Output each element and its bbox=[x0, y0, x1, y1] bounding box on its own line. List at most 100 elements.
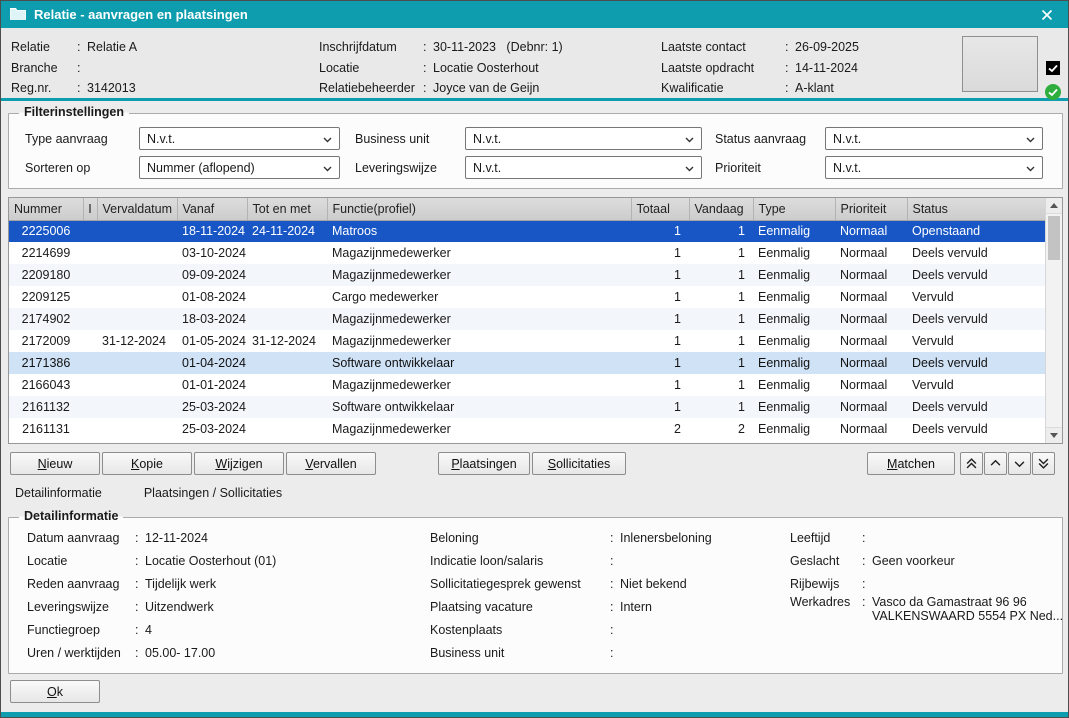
double-chevron-up-icon[interactable] bbox=[960, 452, 983, 475]
column-header-vandaag[interactable]: Vandaag bbox=[689, 198, 753, 220]
table-row[interactable]: 216113225-03-2024Software ontwikkelaar11… bbox=[9, 396, 1047, 418]
table-cell: Magazijnmedewerker bbox=[327, 374, 631, 396]
kopie-button[interactable]: Kopie bbox=[102, 452, 192, 475]
table-cell bbox=[83, 396, 97, 418]
chevron-up-icon[interactable] bbox=[984, 452, 1007, 475]
table-row[interactable]: 221469903-10-2024Magazijnmedewerker11Een… bbox=[9, 242, 1047, 264]
field-colon bbox=[135, 600, 145, 614]
field-datum-aanvraag: Datum aanvraag12-11-2024 bbox=[27, 526, 422, 549]
vertical-scrollbar[interactable] bbox=[1045, 198, 1062, 443]
table-row[interactable]: 217138601-04-2024Software ontwikkelaar11… bbox=[9, 352, 1047, 374]
field-value: Inlenersbeloning bbox=[620, 531, 782, 545]
type-aanvraag-select[interactable]: N.v.t. bbox=[139, 127, 340, 150]
field-colon bbox=[610, 554, 620, 568]
field-functiegroep: Functiegroep4 bbox=[27, 618, 422, 641]
table-cell: Deels vervuld bbox=[907, 242, 1047, 264]
column-header-prioriteit[interactable]: Prioriteit bbox=[835, 198, 907, 220]
field-rijbewijs: Rijbewijs bbox=[790, 572, 1055, 595]
nieuw-button[interactable]: Nieuw bbox=[10, 452, 100, 475]
field-colon bbox=[610, 600, 620, 614]
column-header-vanaf[interactable]: Vanaf bbox=[177, 198, 247, 220]
table-cell: Eenmalig bbox=[753, 220, 835, 242]
tab-plaatsingen-sollicitaties[interactable]: Plaatsingen / Sollicitaties bbox=[144, 486, 282, 500]
wijzigen-button[interactable]: Wijzigen bbox=[194, 452, 284, 475]
table-cell: Cargo medewerker bbox=[327, 286, 631, 308]
scroll-up-button[interactable] bbox=[1046, 198, 1062, 214]
field-value: Intern bbox=[620, 600, 782, 614]
filter-groupbox: Filterinstellingen Type aanvraag N.v.t. … bbox=[8, 113, 1063, 189]
table-cell bbox=[97, 242, 177, 264]
table-row[interactable]: 222500618-11-202424-11-2024Matroos11Eenm… bbox=[9, 220, 1047, 242]
field-colon bbox=[862, 554, 872, 568]
filter-label: Prioriteit bbox=[715, 161, 825, 175]
chevron-down-icon bbox=[685, 161, 694, 175]
active-checkbox[interactable] bbox=[1046, 61, 1060, 75]
table-cell bbox=[83, 330, 97, 352]
table-cell bbox=[83, 264, 97, 286]
plaatsingen-button[interactable]: Plaatsingen bbox=[438, 452, 530, 475]
tab-detailinformatie[interactable]: Detailinformatie bbox=[15, 486, 102, 500]
table-cell bbox=[97, 220, 177, 242]
table-row[interactable]: 217200931-12-202401-05-202431-12-2024Mag… bbox=[9, 330, 1047, 352]
table-cell: 2209125 bbox=[9, 286, 83, 308]
table-cell: Normaal bbox=[835, 308, 907, 330]
field-label: Laatste contact bbox=[661, 40, 785, 54]
sollicitaties-button[interactable]: Sollicitaties bbox=[532, 452, 626, 475]
field-value: A-klant bbox=[795, 81, 956, 95]
table-cell: Magazijnmedewerker bbox=[327, 242, 631, 264]
select-value: N.v.t. bbox=[147, 132, 175, 146]
field-label: Indicatie loon/salaris bbox=[430, 554, 610, 568]
select-value: Nummer (aflopend) bbox=[147, 161, 255, 175]
field-colon bbox=[610, 531, 620, 545]
chevron-down-icon[interactable] bbox=[1008, 452, 1031, 475]
business-unit-select[interactable]: N.v.t. bbox=[465, 127, 702, 150]
table-row[interactable]: 216113125-03-2024Magazijnmedewerker22Een… bbox=[9, 418, 1047, 440]
table-cell: Normaal bbox=[835, 396, 907, 418]
close-icon[interactable] bbox=[1035, 4, 1059, 26]
select-value: N.v.t. bbox=[473, 132, 501, 146]
table-row[interactable]: 220912501-08-2024Cargo medewerker11Eenma… bbox=[9, 286, 1047, 308]
vervallen-button[interactable]: Vervallen bbox=[286, 452, 376, 475]
field-value: Geen voorkeur bbox=[872, 554, 1055, 568]
table-cell: Software ontwikkelaar bbox=[327, 352, 631, 374]
column-header-status[interactable]: Status bbox=[907, 198, 1047, 220]
status-aanvraag-select[interactable]: N.v.t. bbox=[825, 127, 1043, 150]
table-cell: Eenmalig bbox=[753, 242, 835, 264]
table-cell bbox=[247, 352, 327, 374]
column-header-i[interactable]: I bbox=[83, 198, 97, 220]
table-row[interactable]: 220918009-09-2024Magazijnmedewerker11Een… bbox=[9, 264, 1047, 286]
ok-button[interactable]: Ok bbox=[10, 680, 100, 703]
column-header-tot-en-met[interactable]: Tot en met bbox=[247, 198, 327, 220]
table-cell: 1 bbox=[689, 308, 753, 330]
table-cell: 1 bbox=[689, 242, 753, 264]
field-business-unit: Business unit bbox=[430, 641, 782, 664]
column-header-nummer[interactable]: Nummer bbox=[9, 198, 83, 220]
column-header-functie-profiel[interactable]: Functie(profiel) bbox=[327, 198, 631, 220]
table-cell: 1 bbox=[689, 374, 753, 396]
matchen-button[interactable]: Matchen bbox=[867, 452, 955, 475]
field-colon bbox=[77, 81, 87, 95]
detail-column-middle: BeloningInlenersbeloningIndicatie loon/s… bbox=[430, 526, 782, 664]
detail-groupbox: Detailinformatie Datum aanvraag12-11-202… bbox=[8, 517, 1063, 674]
scroll-down-button[interactable] bbox=[1046, 427, 1062, 443]
sorteren-op-select[interactable]: Nummer (aflopend) bbox=[139, 156, 340, 179]
table-row[interactable]: 216604301-01-2024Magazijnmedewerker11Een… bbox=[9, 374, 1047, 396]
double-chevron-down-icon[interactable] bbox=[1032, 452, 1055, 475]
detail-tabs: Detailinformatie Plaatsingen / Sollicita… bbox=[15, 486, 282, 500]
table-cell: Normaal bbox=[835, 220, 907, 242]
table-cell: 1 bbox=[689, 352, 753, 374]
field-colon bbox=[135, 646, 145, 660]
scrollbar-thumb[interactable] bbox=[1048, 216, 1060, 260]
table-cell: Normaal bbox=[835, 352, 907, 374]
table-cell: 2209180 bbox=[9, 264, 83, 286]
leveringswijze-select[interactable]: N.v.t. bbox=[465, 156, 702, 179]
field-label: Leeftijd bbox=[790, 531, 862, 545]
field-label: Business unit bbox=[430, 646, 610, 660]
prioriteit-select[interactable]: N.v.t. bbox=[825, 156, 1043, 179]
column-header-type[interactable]: Type bbox=[753, 198, 835, 220]
column-header-vervaldatum[interactable]: Vervaldatum bbox=[97, 198, 177, 220]
filter-label: Leveringswijze bbox=[355, 161, 465, 175]
table-row[interactable]: 217490218-03-2024Magazijnmedewerker11Een… bbox=[9, 308, 1047, 330]
column-header-totaal[interactable]: Totaal bbox=[631, 198, 689, 220]
table-cell: Normaal bbox=[835, 330, 907, 352]
